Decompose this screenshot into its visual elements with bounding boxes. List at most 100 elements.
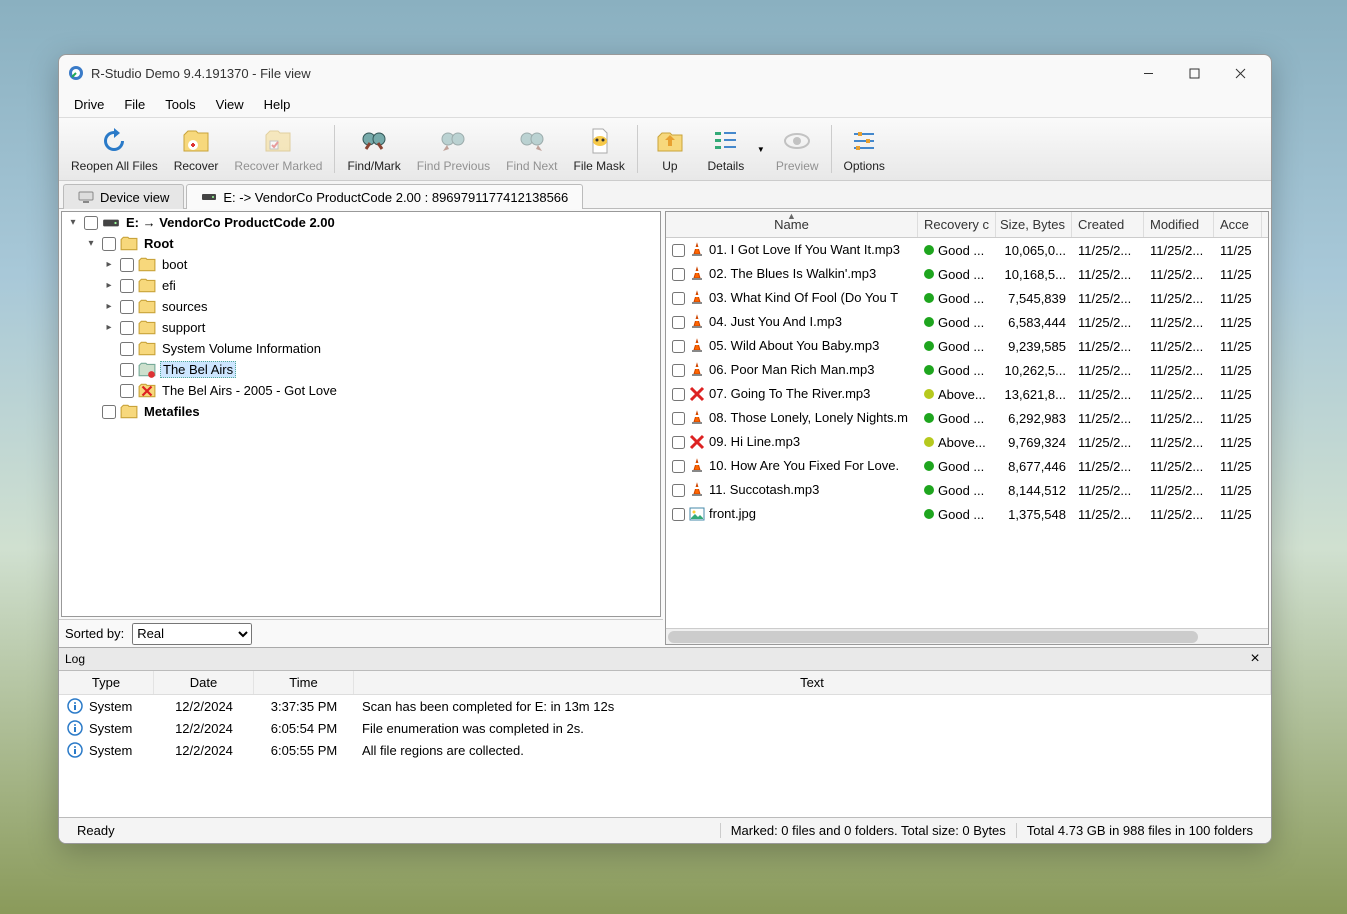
tree-checkbox[interactable] [120, 342, 134, 356]
expand-icon[interactable]: ▸ [102, 280, 116, 291]
tree-checkbox[interactable] [120, 384, 134, 398]
expand-icon[interactable]: ▸ [102, 322, 116, 333]
col-name[interactable]: ▲Name [666, 212, 918, 237]
file-row[interactable]: 05. Wild About You Baby.mp3Good ...9,239… [666, 334, 1268, 358]
file-checkbox[interactable] [672, 364, 685, 377]
toolbar-details-dropdown[interactable]: ▼ [754, 145, 768, 154]
file-created: 11/25/2... [1072, 411, 1144, 426]
vlc-icon [689, 362, 705, 378]
tree-node[interactable]: ▸efi [62, 275, 660, 296]
tree-label: sources [160, 299, 210, 314]
tree-checkbox[interactable] [84, 216, 98, 230]
file-checkbox[interactable] [672, 436, 685, 449]
file-row[interactable]: 03. What Kind Of Fool (Do You TGood ...7… [666, 286, 1268, 310]
tree-checkbox[interactable] [120, 300, 134, 314]
info-icon [67, 698, 83, 714]
toolbar-reopen[interactable]: Reopen All Files [63, 120, 166, 178]
sort-select[interactable]: Real [132, 623, 252, 645]
recovery-dot-icon [924, 485, 934, 495]
file-checkbox[interactable] [672, 340, 685, 353]
log-col-text[interactable]: Text [354, 671, 1271, 694]
file-checkbox[interactable] [672, 388, 685, 401]
file-row[interactable]: 02. The Blues Is Walkin'.mp3Good ...10,1… [666, 262, 1268, 286]
tree-node[interactable]: ▾Root [62, 233, 660, 254]
menu-file[interactable]: File [115, 94, 154, 115]
file-checkbox[interactable] [672, 316, 685, 329]
file-checkbox[interactable] [672, 244, 685, 257]
file-recovery: Good ... [938, 483, 984, 498]
file-row[interactable]: 06. Poor Man Rich Man.mp3Good ...10,262,… [666, 358, 1268, 382]
tree-checkbox[interactable] [120, 279, 134, 293]
tree-node[interactable]: ▸ sources [62, 296, 660, 317]
folder-tree[interactable]: ▾E: → VendorCo ProductCode 2.00▾Root▸boo… [61, 211, 661, 617]
expand-icon[interactable]: ▸ [102, 259, 116, 270]
file-checkbox[interactable] [672, 412, 685, 425]
col-recovery[interactable]: Recovery c [918, 212, 996, 237]
expand-icon[interactable]: ▾ [84, 238, 98, 249]
log-close-button[interactable]: × [1245, 650, 1265, 668]
log-col-time[interactable]: Time [254, 671, 354, 694]
folder-icon [138, 257, 156, 273]
log-row[interactable]: System12/2/20243:37:35 PMScan has been c… [59, 695, 1271, 717]
col-modified[interactable]: Modified [1144, 212, 1214, 237]
log-col-type[interactable]: Type [59, 671, 154, 694]
file-modified: 11/25/2... [1144, 387, 1214, 402]
file-list-rows[interactable]: 01. I Got Love If You Want It.mp3Good ..… [666, 238, 1268, 628]
col-accessed[interactable]: Acce [1214, 212, 1262, 237]
tree-node[interactable]: ▸boot [62, 254, 660, 275]
vlc-icon [689, 266, 705, 282]
log-col-date[interactable]: Date [154, 671, 254, 694]
menu-help[interactable]: Help [255, 94, 300, 115]
file-row[interactable]: 07. Going To The River.mp3Above...13,621… [666, 382, 1268, 406]
tree-node[interactable]: ▸support [62, 317, 660, 338]
file-checkbox[interactable] [672, 268, 685, 281]
tree-node[interactable]: ▾E: → VendorCo ProductCode 2.00 [62, 212, 660, 233]
file-row[interactable]: 10. How Are You Fixed For Love.Good ...8… [666, 454, 1268, 478]
tree-checkbox[interactable] [102, 237, 116, 251]
toolbar-file-mask[interactable]: File Mask [566, 120, 633, 178]
toolbar-details[interactable]: Details [698, 120, 754, 178]
log-row[interactable]: System12/2/20246:05:55 PMAll file region… [59, 739, 1271, 761]
file-row[interactable]: front.jpgGood ...1,375,54811/25/2...11/2… [666, 502, 1268, 526]
expand-icon[interactable]: ▸ [102, 301, 116, 312]
file-row[interactable]: 09. Hi Line.mp3Above...9,769,32411/25/2.… [666, 430, 1268, 454]
file-checkbox[interactable] [672, 292, 685, 305]
file-row[interactable]: 01. I Got Love If You Want It.mp3Good ..… [666, 238, 1268, 262]
folder-icon [120, 404, 138, 420]
col-size[interactable]: Size, Bytes [996, 212, 1072, 237]
col-created[interactable]: Created [1072, 212, 1144, 237]
menu-drive[interactable]: Drive [65, 94, 113, 115]
file-accessed: 11/25 [1214, 339, 1262, 354]
log-row[interactable]: System12/2/20246:05:54 PMFile enumeratio… [59, 717, 1271, 739]
file-checkbox[interactable] [672, 508, 685, 521]
tree-node[interactable]: Metafiles [62, 401, 660, 422]
expand-icon[interactable]: ▾ [66, 217, 80, 228]
tree-node[interactable]: The Bel Airs - 2005 - Got Love [62, 380, 660, 401]
close-button[interactable] [1217, 58, 1263, 88]
menu-tools[interactable]: Tools [156, 94, 204, 115]
app-icon [67, 64, 85, 82]
tree-node[interactable]: The Bel Airs [62, 359, 660, 380]
tab-device-view[interactable]: Device view [63, 184, 184, 209]
file-list-hscrollbar[interactable] [666, 628, 1268, 644]
menu-view[interactable]: View [207, 94, 253, 115]
tab-file-view[interactable]: E: -> VendorCo ProductCode 2.00 : 896979… [186, 184, 583, 209]
tree-checkbox[interactable] [120, 321, 134, 335]
toolbar-options[interactable]: Options [836, 120, 893, 178]
tree-node[interactable]: System Volume Information [62, 338, 660, 359]
file-row[interactable]: 04. Just You And I.mp3Good ...6,583,4441… [666, 310, 1268, 334]
file-checkbox[interactable] [672, 460, 685, 473]
tree-checkbox[interactable] [120, 363, 134, 377]
file-size: 10,262,5... [996, 363, 1072, 378]
file-row[interactable]: 11. Succotash.mp3Good ...8,144,51211/25/… [666, 478, 1268, 502]
minimize-button[interactable] [1125, 58, 1171, 88]
toolbar-up[interactable]: Up [642, 120, 698, 178]
maximize-button[interactable] [1171, 58, 1217, 88]
toolbar-recover[interactable]: Recover [166, 120, 227, 178]
vlc-icon [689, 242, 705, 258]
file-checkbox[interactable] [672, 484, 685, 497]
toolbar-find-mark[interactable]: Find/Mark [339, 120, 408, 178]
file-row[interactable]: 08. Those Lonely, Lonely Nights.mGood ..… [666, 406, 1268, 430]
tree-checkbox[interactable] [120, 258, 134, 272]
tree-checkbox[interactable] [102, 405, 116, 419]
